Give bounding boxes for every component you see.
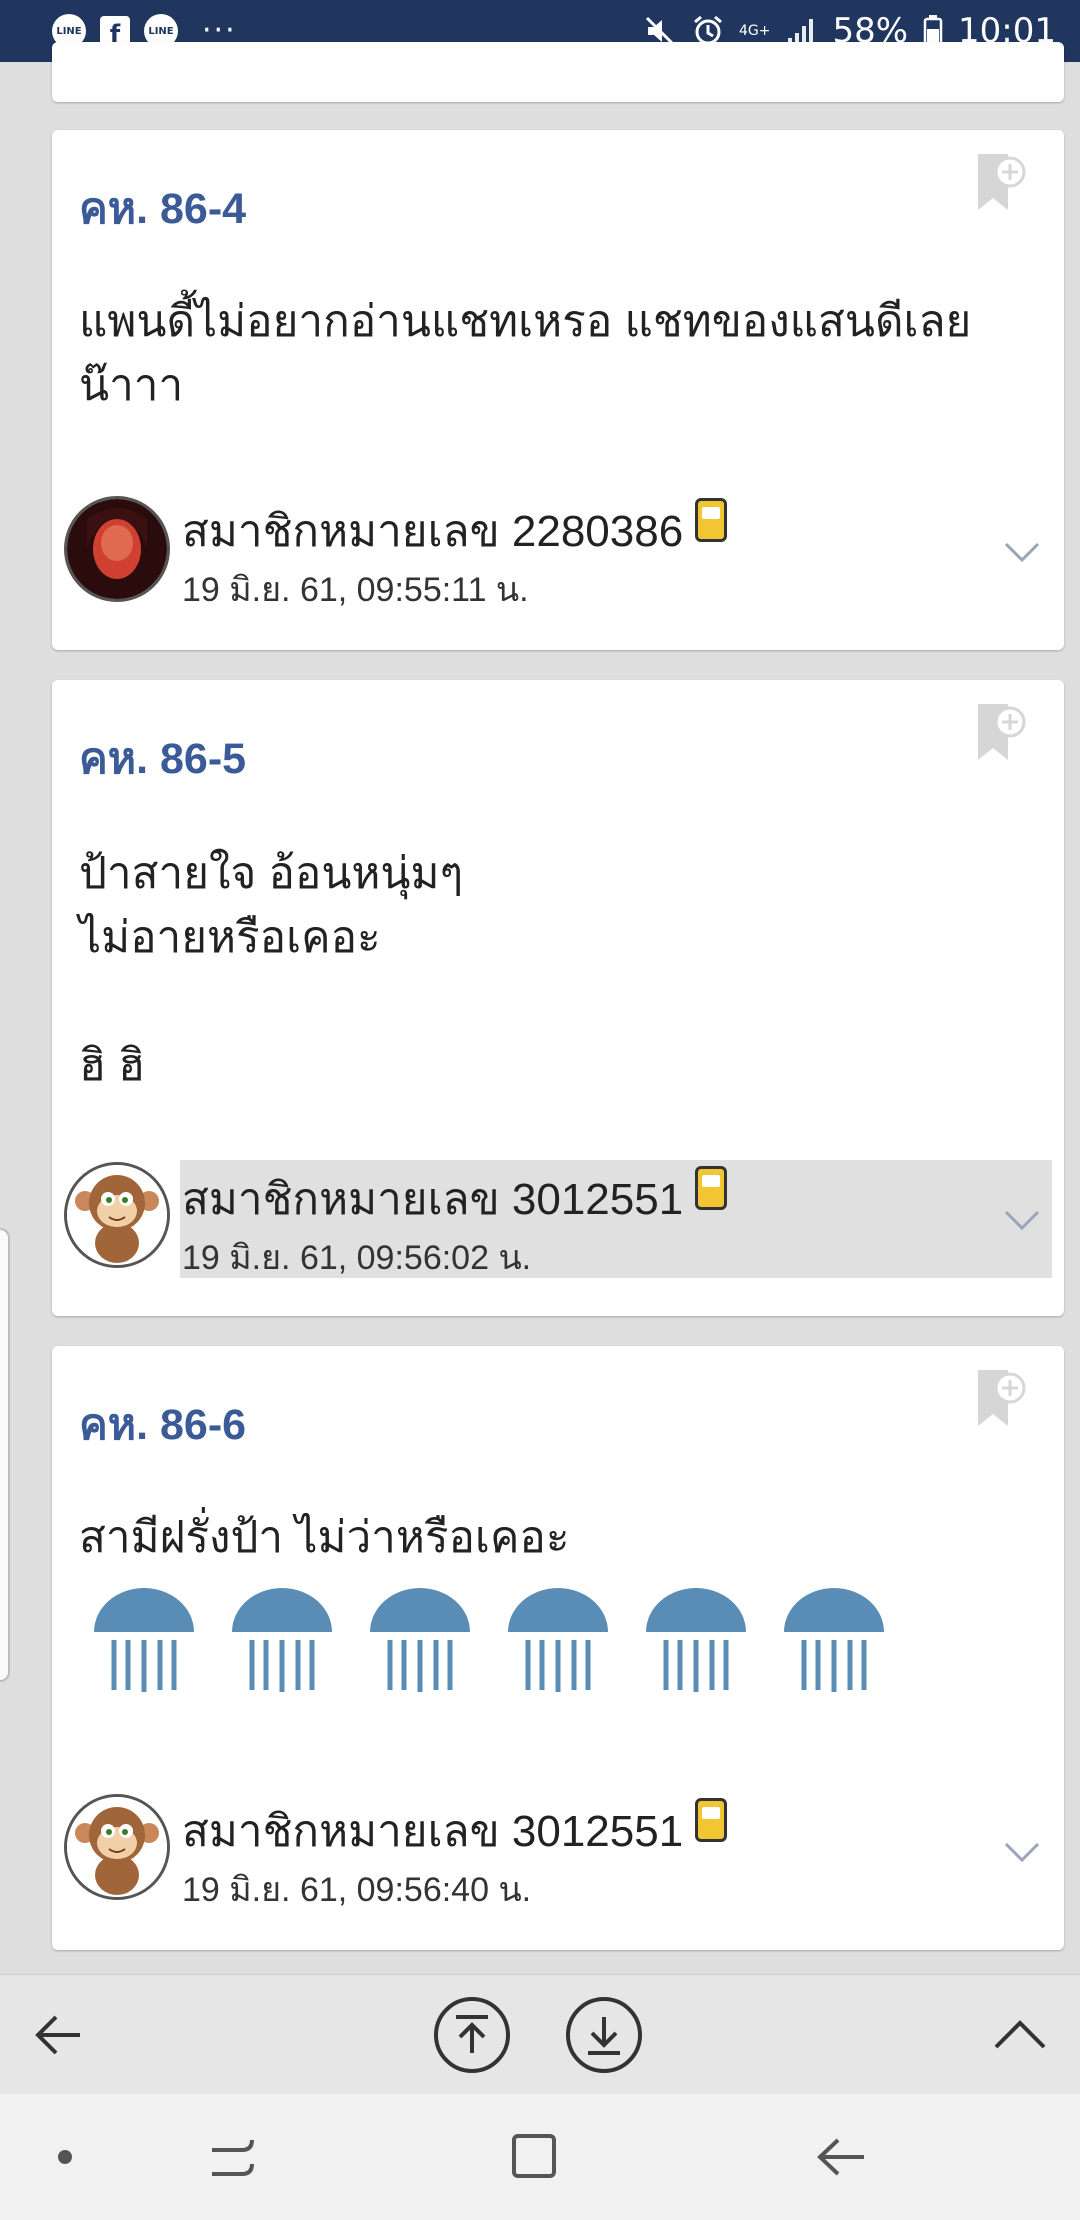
mobile-icon xyxy=(695,1166,728,1210)
side-panel-handle[interactable] xyxy=(0,1228,10,1682)
system-nav-bar xyxy=(0,2094,1080,2220)
emoji-row xyxy=(92,1586,886,1696)
comment-body: สามีฝรั่งป้า ไม่ว่าหรือเคอะ xyxy=(79,1513,570,1562)
network-type: 4G+ xyxy=(738,23,771,39)
timestamp: 19 มิ.ย. 61, 09:56:40 น. xyxy=(182,1871,532,1909)
jellyfish-emoji-icon xyxy=(646,1588,746,1692)
home-icon[interactable] xyxy=(502,2124,568,2190)
jellyfish-emoji-icon xyxy=(784,1588,884,1692)
author-row[interactable]: สมาชิกหมายเลข 3012551 19 มิ.ย. 61, 09:56… xyxy=(180,1160,1052,1278)
bookmark-add-icon[interactable] xyxy=(976,702,1026,764)
comment-card: คห. 86-6 สามีฝรั่งป้า ไม่ว่าหรือเคอะ สมา… xyxy=(52,1346,1064,1950)
comment-body: ป้าสายใจ อ้อนหนุ่มๆ ไม่อายหรือเคอะ ฮิ ฮิ xyxy=(79,849,464,1090)
comment-card: คห. 86-4 แพนดี้ไม่อยากอ่านแชทเหรอ แชทของ… xyxy=(52,130,1064,650)
woman-avatar-image xyxy=(67,499,167,599)
jellyfish-emoji-icon xyxy=(508,1588,608,1692)
avatar[interactable] xyxy=(64,1794,170,1900)
monkey-avatar-image xyxy=(67,1165,167,1265)
chevron-down-icon[interactable] xyxy=(1002,1200,1042,1240)
member-name-text: สมาชิกหมายเลข 2280386 xyxy=(182,507,684,556)
bookmark-add-icon[interactable] xyxy=(976,152,1026,214)
jellyfish-emoji-icon xyxy=(370,1588,470,1692)
scroll-bottom-icon[interactable] xyxy=(564,1995,644,2075)
avatar[interactable] xyxy=(64,496,170,602)
monkey-avatar-image xyxy=(67,1797,167,1897)
recents-icon[interactable] xyxy=(200,2124,266,2190)
timestamp: 19 มิ.ย. 61, 09:56:02 น. xyxy=(182,1239,532,1277)
bookmark-add-icon[interactable] xyxy=(976,1368,1026,1430)
mobile-icon xyxy=(695,498,728,542)
chevron-up-icon[interactable] xyxy=(980,1995,1060,2075)
jellyfish-emoji-icon xyxy=(232,1588,332,1692)
back-arrow-icon[interactable] xyxy=(20,1995,100,2075)
avatar[interactable] xyxy=(64,1162,170,1268)
comment-number: คห. 86-4 xyxy=(79,185,247,233)
comment-body: แพนดี้ไม่อยากอ่านแชทเหรอ แชทของแสนดีเลย … xyxy=(79,297,972,410)
back-icon[interactable] xyxy=(808,2124,874,2190)
jellyfish-emoji-icon xyxy=(94,1588,194,1692)
member-name[interactable]: สมาชิกหมายเลข 2280386 xyxy=(182,496,728,566)
dot-icon[interactable] xyxy=(32,2124,98,2190)
member-name-text: สมาชิกหมายเลข 3012551 xyxy=(182,1175,684,1224)
member-name[interactable]: สมาชิกหมายเลข 3012551 xyxy=(182,1164,728,1234)
previous-post-card xyxy=(52,42,1064,102)
chevron-down-icon[interactable] xyxy=(1002,532,1042,572)
member-name[interactable]: สมาชิกหมายเลข 3012551 xyxy=(182,1796,728,1866)
member-name-text: สมาชิกหมายเลข 3012551 xyxy=(182,1807,684,1856)
chevron-down-icon[interactable] xyxy=(1002,1832,1042,1872)
comment-number: คห. 86-5 xyxy=(79,735,247,783)
timestamp: 19 มิ.ย. 61, 09:55:11 น. xyxy=(182,571,529,609)
author-row[interactable]: สมาชิกหมายเลข 3012551 19 มิ.ย. 61, 09:56… xyxy=(180,1792,1052,1910)
comment-card: คห. 86-5 ป้าสายใจ อ้อนหนุ่มๆ ไม่อายหรือเ… xyxy=(52,680,1064,1316)
author-row[interactable]: สมาชิกหมายเลข 2280386 19 มิ.ย. 61, 09:55… xyxy=(180,492,1052,610)
mobile-icon xyxy=(695,1798,728,1842)
comment-number: คห. 86-6 xyxy=(79,1401,247,1449)
bottom-toolbar xyxy=(0,1974,1080,2095)
scroll-top-icon[interactable] xyxy=(432,1995,512,2075)
